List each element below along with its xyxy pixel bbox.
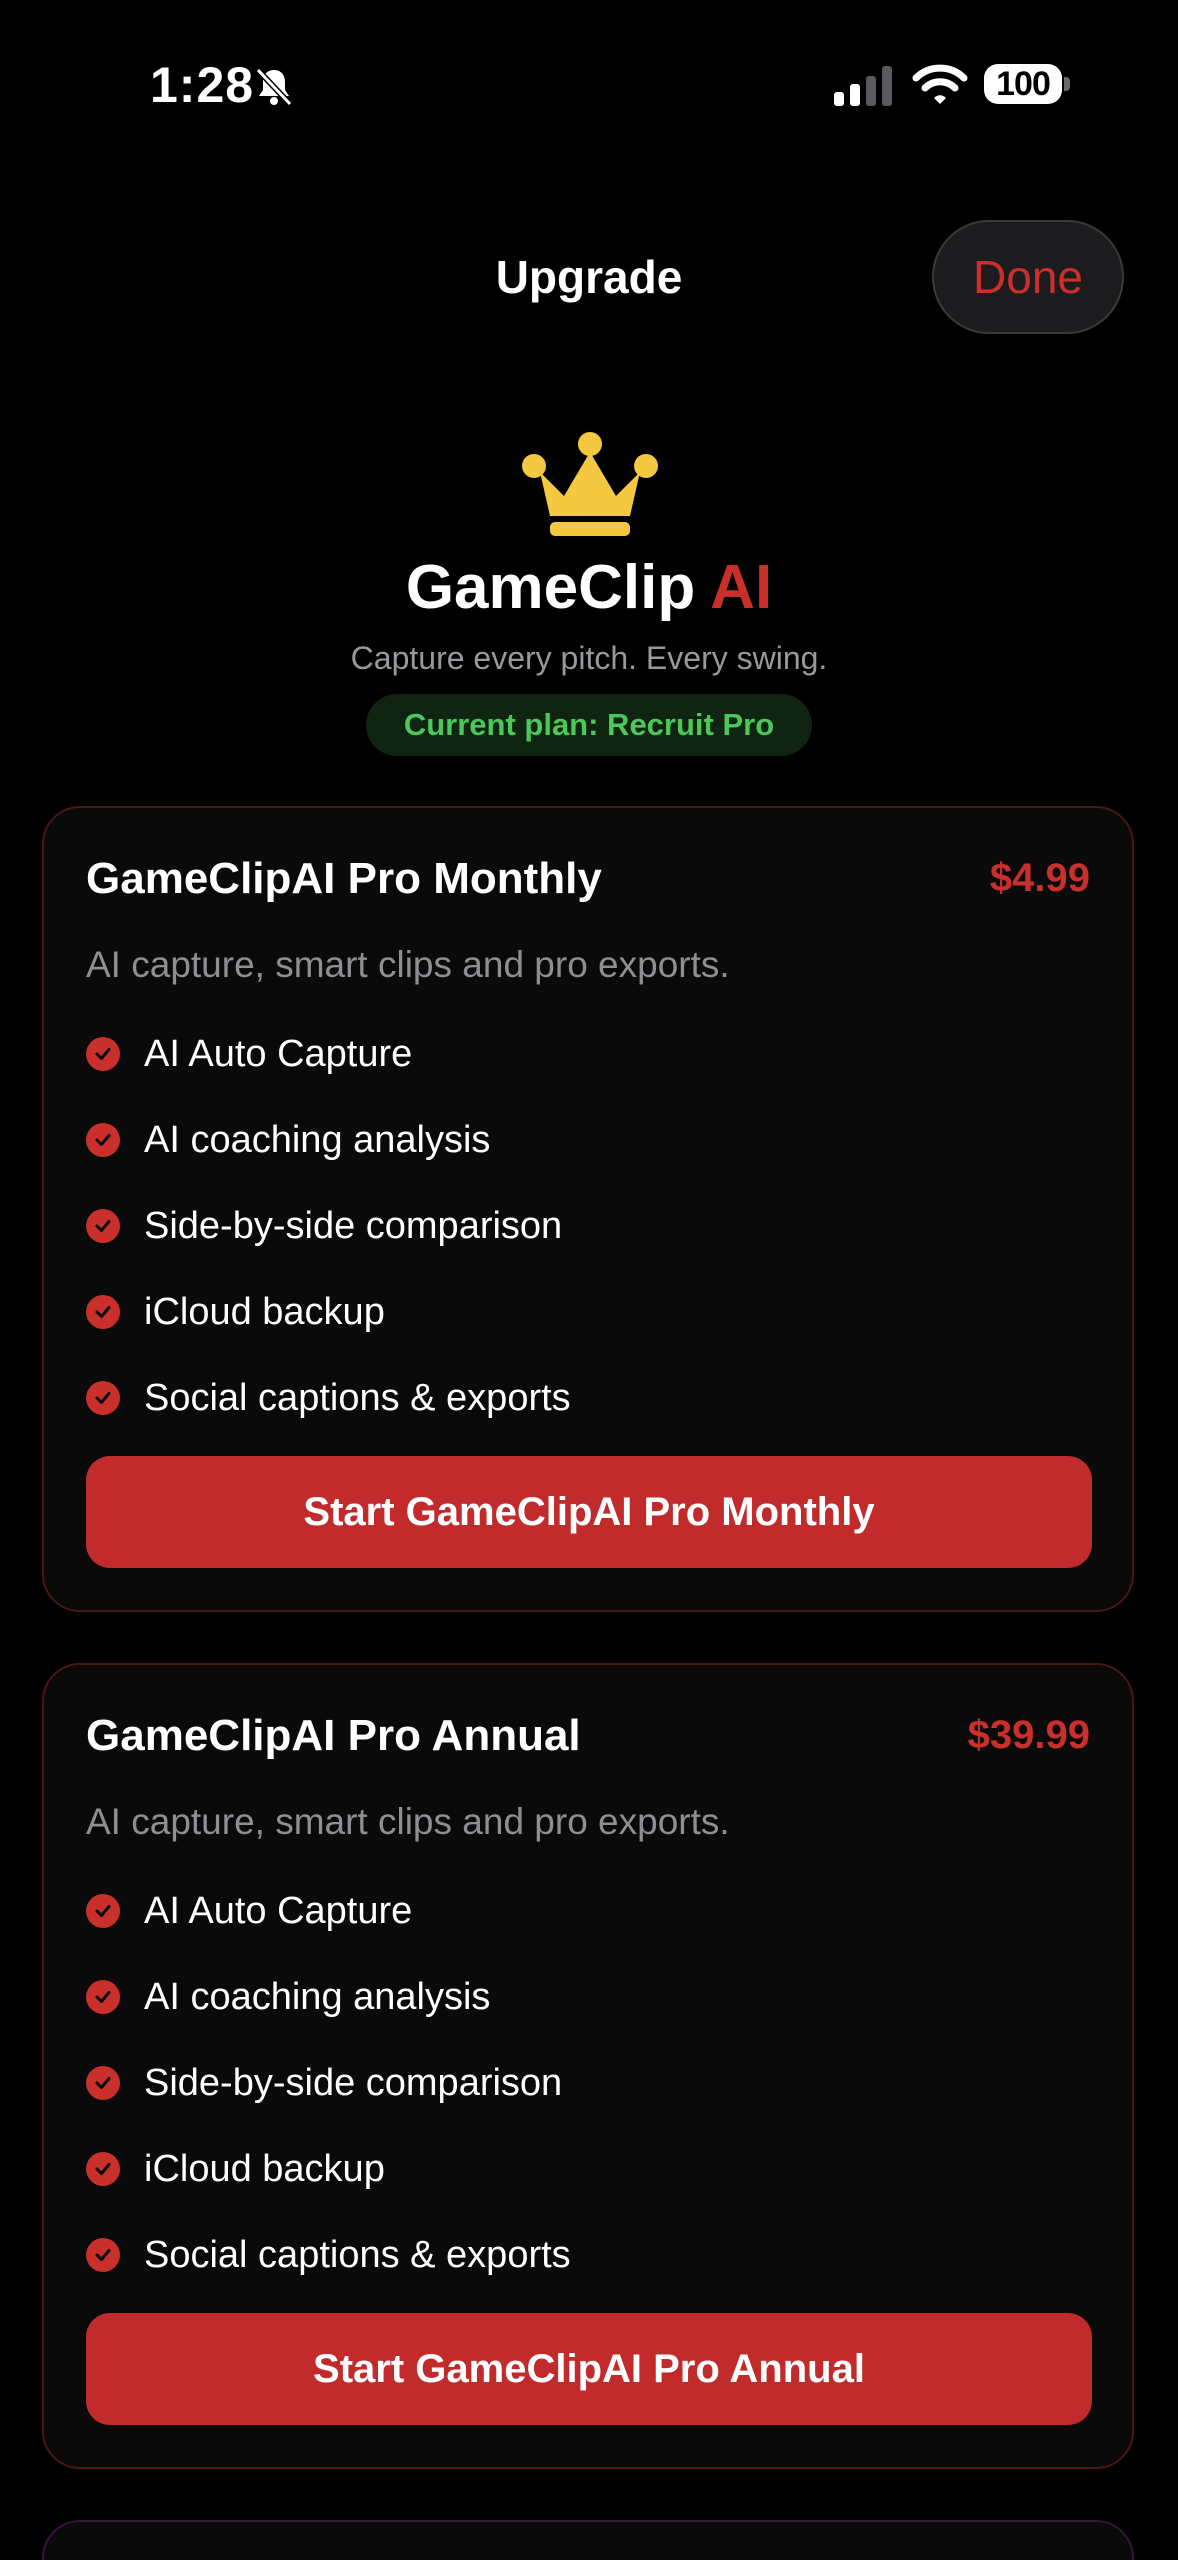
plan-card-annual: GameClipAI Pro Annual $39.99 AI capture,… bbox=[42, 1663, 1134, 2469]
app-title: GameClip AI bbox=[0, 552, 1178, 623]
checkmark-icon bbox=[86, 1123, 120, 1157]
plan-price: $4.99 bbox=[989, 856, 1090, 900]
checkmark-icon bbox=[86, 1894, 120, 1928]
plan-price: $39.99 bbox=[967, 1713, 1090, 1757]
feature-label: iCloud backup bbox=[144, 2147, 385, 2190]
checkmark-icon bbox=[86, 1980, 120, 2014]
plan-name: GameClipAI Pro Annual bbox=[86, 1711, 581, 1760]
feature-label: AI coaching analysis bbox=[144, 1975, 491, 2018]
feature-label: Side-by-side comparison bbox=[144, 2061, 563, 2104]
checkmark-icon bbox=[86, 2066, 120, 2100]
upgrade-screen: 1:28 100 Upgrade Done GameClip AI Captur… bbox=[0, 0, 1178, 2560]
feature-item: iCloud backup bbox=[86, 1287, 385, 1337]
plan-name: GameClipAI Pro Monthly bbox=[86, 854, 602, 903]
plan-card-partial bbox=[42, 2520, 1134, 2560]
tagline: Capture every pitch. Every swing. bbox=[350, 640, 828, 676]
status-time: 1:28 bbox=[150, 57, 255, 113]
feature-label: iCloud backup bbox=[144, 1290, 385, 1333]
battery-nub bbox=[1064, 77, 1070, 91]
checkmark-icon bbox=[86, 1295, 120, 1329]
feature-item: Social captions & exports bbox=[86, 2230, 571, 2280]
checkmark-icon bbox=[86, 1037, 120, 1071]
app-name-accent: AI bbox=[710, 553, 773, 622]
cellular-signal-icon bbox=[834, 66, 892, 106]
done-button[interactable]: Done bbox=[932, 220, 1124, 334]
battery-icon: 100 bbox=[984, 64, 1062, 104]
feature-item: AI coaching analysis bbox=[86, 1115, 490, 1165]
current-plan-badge: Current plan: Recruit Pro bbox=[366, 694, 812, 756]
feature-item: AI coaching analysis bbox=[86, 1972, 490, 2022]
feature-label: AI Auto Capture bbox=[144, 1889, 413, 1932]
feature-label: Social captions & exports bbox=[144, 2233, 571, 2276]
feature-item: AI Auto Capture bbox=[86, 1886, 412, 1936]
feature-item: AI Auto Capture bbox=[86, 1029, 412, 1079]
feature-label: AI coaching analysis bbox=[144, 1118, 491, 1161]
checkmark-icon bbox=[86, 1381, 120, 1415]
app-name: GameClip bbox=[405, 553, 696, 622]
checkmark-icon bbox=[86, 2238, 120, 2272]
checkmark-icon bbox=[86, 2152, 120, 2186]
start-annual-button[interactable]: Start GameClipAI Pro Annual bbox=[86, 2313, 1092, 2425]
plan-description: AI capture, smart clips and pro exports. bbox=[86, 1801, 730, 1842]
feature-item: Side-by-side comparison bbox=[86, 1201, 562, 1251]
crown-icon bbox=[522, 432, 658, 536]
start-monthly-button[interactable]: Start GameClipAI Pro Monthly bbox=[86, 1456, 1092, 1568]
feature-label: Side-by-side comparison bbox=[144, 1204, 563, 1247]
feature-item: Social captions & exports bbox=[86, 1373, 571, 1423]
feature-label: AI Auto Capture bbox=[144, 1032, 413, 1075]
plan-description: AI capture, smart clips and pro exports. bbox=[86, 944, 730, 985]
wifi-icon bbox=[912, 64, 968, 104]
bell-slash-icon bbox=[255, 67, 293, 107]
feature-item: iCloud backup bbox=[86, 2144, 385, 2194]
plan-card-monthly: GameClipAI Pro Monthly $4.99 AI capture,… bbox=[42, 806, 1134, 1612]
checkmark-icon bbox=[86, 1209, 120, 1243]
feature-label: Social captions & exports bbox=[144, 1376, 571, 1419]
feature-item: Side-by-side comparison bbox=[86, 2058, 562, 2108]
